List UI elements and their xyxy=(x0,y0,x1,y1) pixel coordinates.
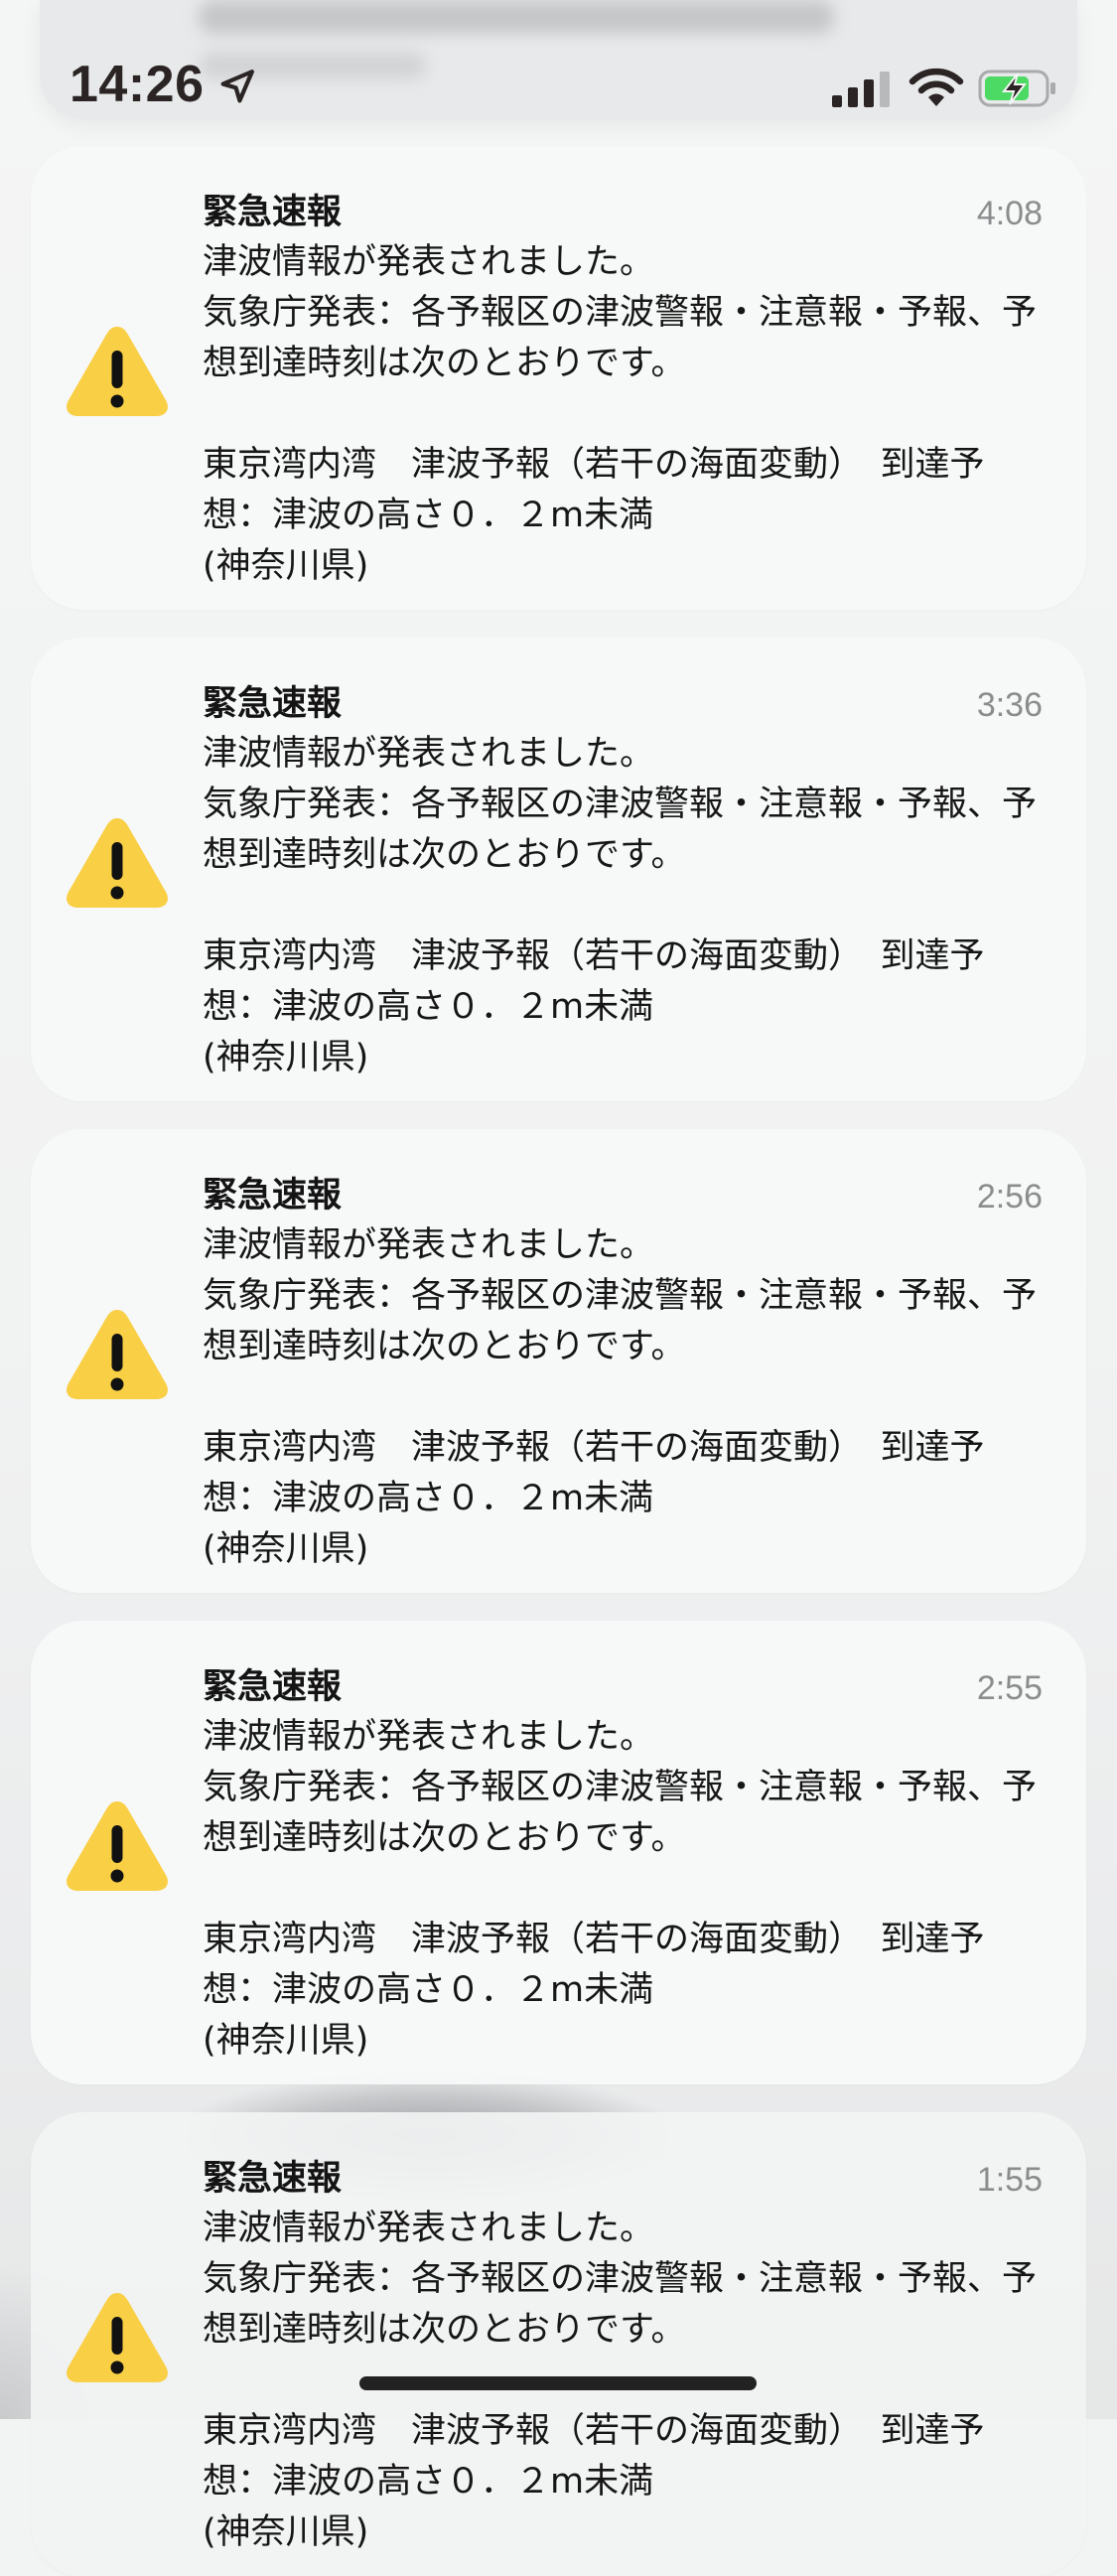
notification-card[interactable]: 緊急速報 3:36 津波情報が発表されました。 気象庁発表：各予報区の津波警報・… xyxy=(31,638,1086,1101)
notification-card[interactable]: 緊急速報 1:55 津波情報が発表されました。 気象庁発表：各予報区の津波警報・… xyxy=(31,2112,1086,2576)
notification-card[interactable]: 緊急速報 2:55 津波情報が発表されました。 気象庁発表：各予報区の津波警報・… xyxy=(31,1621,1086,2084)
notification-body: 津波情報が発表されました。 気象庁発表：各予報区の津波警報・注意報・予報、予想到… xyxy=(203,734,1038,1077)
notification-time: 1:55 xyxy=(976,2161,1043,2199)
notification-body: 津波情報が発表されました。 気象庁発表：各予報区の津波警報・注意報・予報、予想到… xyxy=(203,1717,1038,2061)
notification-card[interactable]: 緊急速報 2:56 津波情報が発表されました。 気象庁発表：各予報区の津波警報・… xyxy=(31,1129,1086,1593)
warning-icon xyxy=(67,2292,168,2382)
warning-icon xyxy=(67,1800,168,1891)
notification-time: 3:36 xyxy=(976,686,1043,724)
warning-icon xyxy=(67,817,168,908)
home-indicator[interactable] xyxy=(359,2376,757,2390)
notification-title: 緊急速報 xyxy=(203,1176,343,1216)
warning-icon xyxy=(67,326,168,416)
notification-body: 津波情報が発表されました。 気象庁発表：各予報区の津波警報・注意報・予報、予想到… xyxy=(203,1225,1038,1569)
notification-title: 緊急速報 xyxy=(203,684,343,724)
notification-card[interactable]: 緊急速報 4:08 津波情報が発表されました。 気象庁発表：各予報区の津波警報・… xyxy=(31,146,1086,610)
wifi-icon xyxy=(908,68,964,106)
notification-body: 津波情報が発表されました。 気象庁発表：各予報区の津波警報・注意報・予報、予想到… xyxy=(203,242,1038,586)
notification-title: 緊急速報 xyxy=(203,193,343,232)
notification-title: 緊急速報 xyxy=(203,2159,343,2199)
battery-charging-icon xyxy=(978,70,1055,107)
notification-title: 緊急速報 xyxy=(203,1667,343,1707)
notification-time: 2:56 xyxy=(976,1178,1043,1216)
location-arrow-icon xyxy=(220,70,254,103)
notification-time: 2:55 xyxy=(976,1669,1043,1707)
status-bar: 14:26 xyxy=(0,0,1117,139)
warning-icon xyxy=(67,1309,168,1399)
cellular-signal-icon xyxy=(832,72,890,107)
status-time: 14:26 xyxy=(70,56,205,113)
notification-time: 4:08 xyxy=(976,195,1043,232)
